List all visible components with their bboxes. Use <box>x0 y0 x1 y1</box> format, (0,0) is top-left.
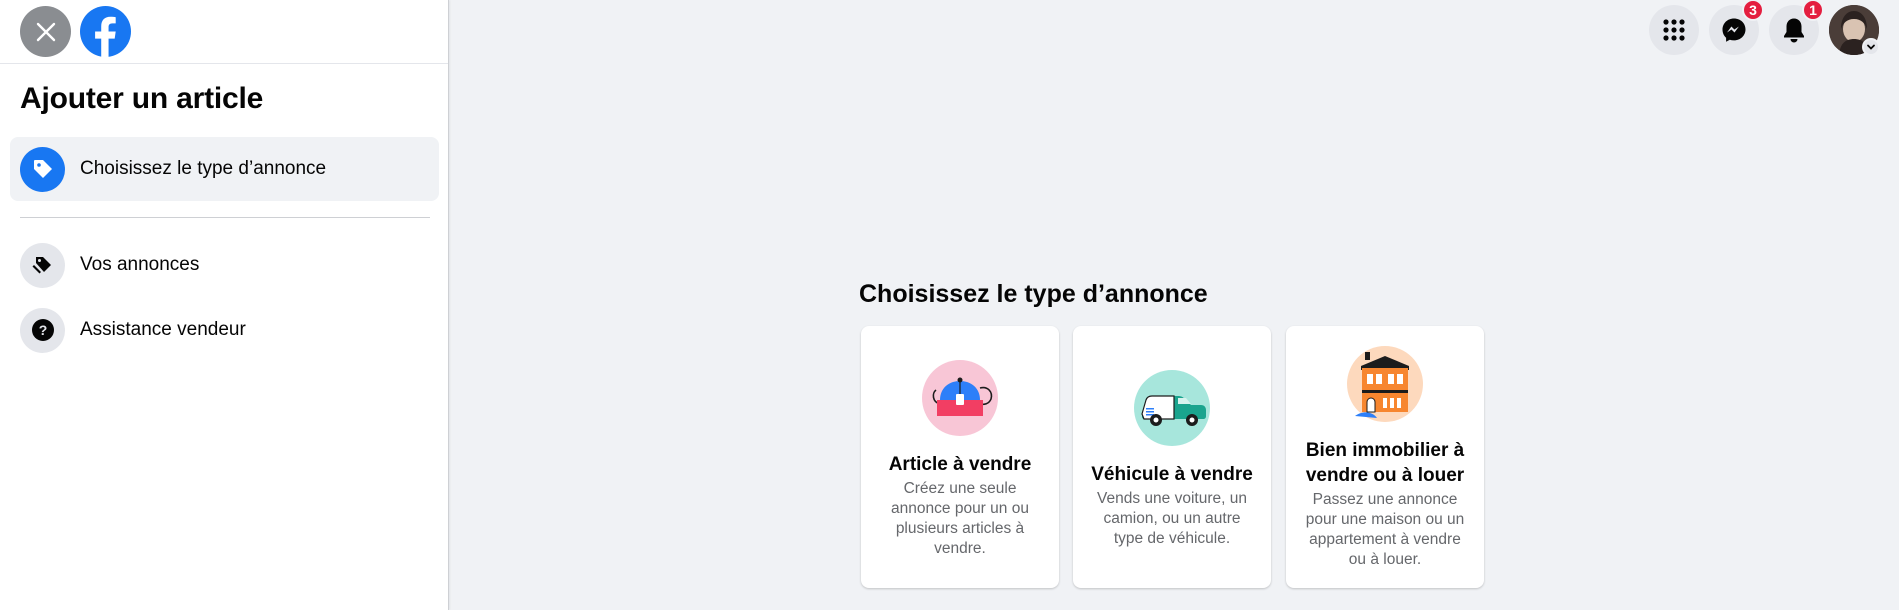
menu-button[interactable] <box>1649 5 1699 55</box>
messenger-icon <box>1722 18 1746 42</box>
tag-icon <box>33 160 52 178</box>
teapot-illustration-icon <box>922 360 998 436</box>
chevron-down-icon <box>1867 44 1875 50</box>
help-icon-wrap: ? <box>20 307 65 353</box>
messenger-badge: 3 <box>1742 0 1764 21</box>
help-icon: ? <box>31 319 54 341</box>
facebook-logo-icon[interactable] <box>80 6 131 57</box>
house-illustration-icon <box>1347 346 1423 422</box>
sidebar-item-seller-help[interactable]: ? Assistance vendeur <box>10 298 439 362</box>
sidebar-item-label: Assistance vendeur <box>80 319 246 340</box>
page-title: Choisissez le type d’annonce <box>859 280 1208 308</box>
listing-type-card-property[interactable]: Bien immobilier à vendre ou à louer Pass… <box>1286 326 1484 588</box>
listing-type-card-item[interactable]: Article à vendre Créez une seule annonce… <box>861 326 1059 588</box>
sidebar-header <box>0 0 448 64</box>
card-title: Bien immobilier à vendre ou à louer <box>1305 440 1465 486</box>
sidebar-item-label: Vos annonces <box>80 254 200 275</box>
bell-icon <box>1784 18 1804 43</box>
account-menu-button[interactable] <box>1862 38 1880 56</box>
listing-type-card-vehicle[interactable]: Véhicule à vendre Vends une voiture, un … <box>1073 326 1271 588</box>
sidebar-item-your-listings[interactable]: Vos annonces <box>10 233 439 297</box>
tag-icon-wrap <box>20 146 65 192</box>
card-description: Vends une voiture, un camion, ou un autr… <box>1097 490 1247 547</box>
car-illustration-icon <box>1134 370 1210 446</box>
close-button[interactable] <box>20 6 71 57</box>
card-description: Passez une annonce pour une maison ou un… <box>1305 491 1465 568</box>
messenger-button[interactable]: 3 <box>1709 0 1764 55</box>
sidebar-item-choose-listing-type[interactable]: Choisissez le type d’annonce <box>10 137 439 201</box>
card-title: Article à vendre <box>888 454 1032 475</box>
card-title: Véhicule à vendre <box>1091 464 1253 485</box>
sidebar-title: Ajouter un article <box>20 82 264 115</box>
close-icon <box>36 22 55 41</box>
sidebar-item-label: Choisissez le type d’annonce <box>80 158 327 179</box>
tags-icon <box>32 257 51 274</box>
notifications-button[interactable]: 1 <box>1769 0 1824 55</box>
sidebar-divider <box>20 217 430 218</box>
grid-menu-icon <box>1663 19 1685 41</box>
card-description: Créez une seule annonce pour un ou plusi… <box>891 480 1029 557</box>
svg-text:?: ? <box>38 322 47 338</box>
tags-icon-wrap <box>20 242 65 288</box>
sidebar: Ajouter un article Choisissez le type d’… <box>0 0 449 610</box>
notifications-badge: 1 <box>1802 0 1824 21</box>
